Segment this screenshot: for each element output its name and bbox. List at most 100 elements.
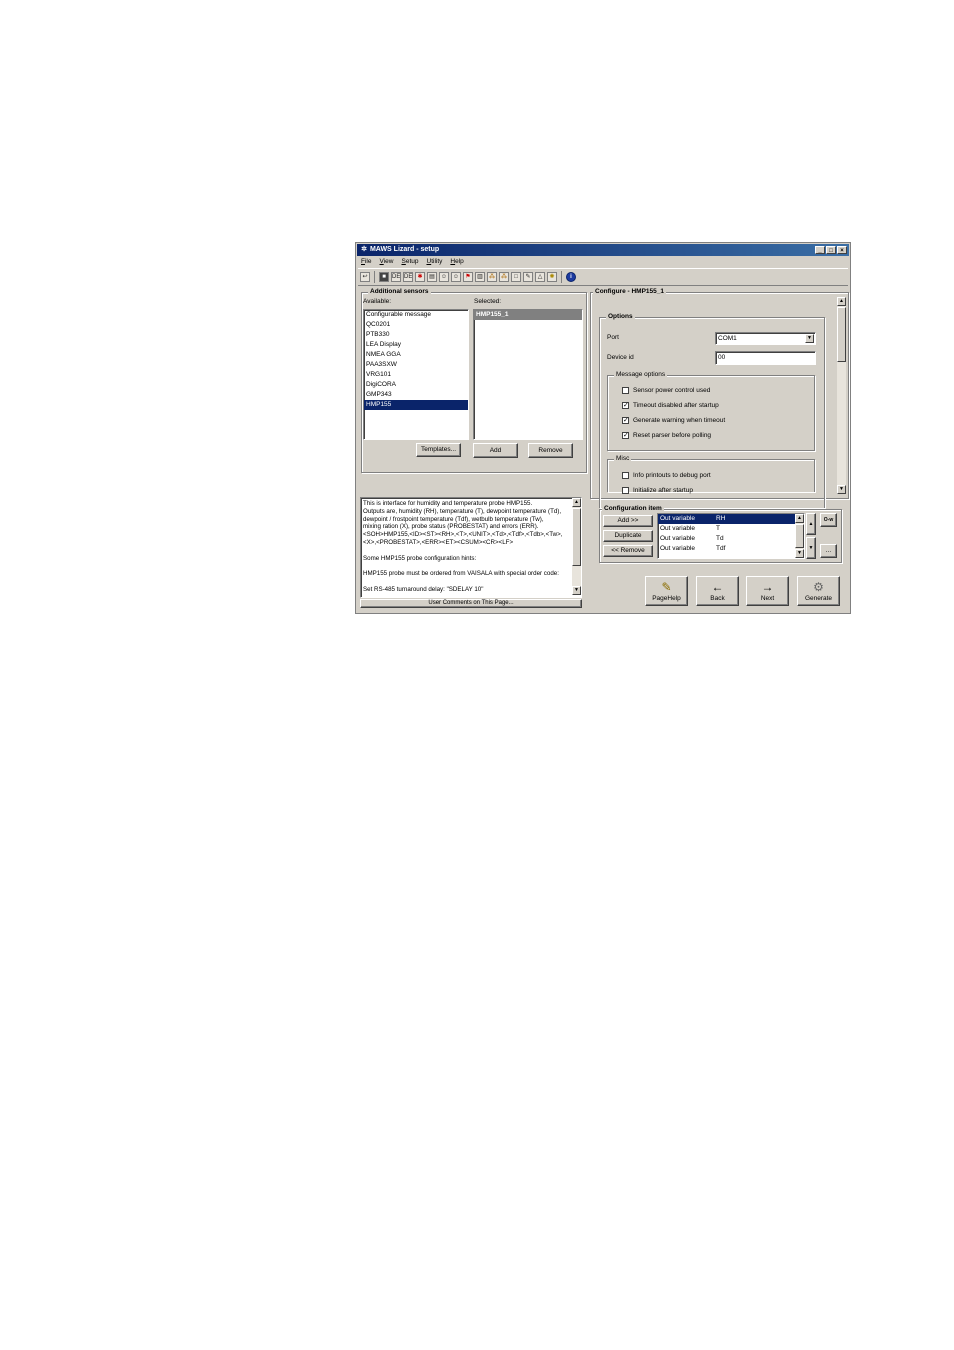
tower-icon[interactable]: ▥	[475, 272, 485, 282]
description-line: <X>,<PROBESTAT>,<ERR><ET><CSUM><CR><LF>	[363, 538, 514, 546]
available-label: Available:	[363, 298, 392, 305]
table-row[interactable]: Out variable RH	[658, 514, 804, 524]
checkbox-label: Initialize after startup	[633, 487, 693, 494]
table-row[interactable]: Out variable Td	[658, 534, 804, 544]
table-row[interactable]: Out variable T	[658, 524, 804, 534]
list-item[interactable]: VRG101	[364, 370, 468, 380]
scroll-thumb[interactable]	[837, 307, 846, 362]
description-scrollbar[interactable]: ▲ ▼	[572, 498, 581, 595]
check-icon[interactable]: ✓	[622, 432, 629, 439]
checkbox-box[interactable]	[622, 387, 629, 394]
title-bar[interactable]: ✲ MAWS Lizard - setup _ □ ×	[357, 244, 849, 256]
remove-sensor-button[interactable]: Remove	[528, 443, 573, 458]
menu-setup[interactable]: Setup	[401, 257, 418, 267]
chevron-down-icon[interactable]: ▼	[805, 334, 814, 343]
list-item[interactable]: NMEA GGA	[364, 350, 468, 360]
item-name: T	[716, 525, 720, 532]
dev-icon[interactable]: DEV	[391, 272, 401, 282]
runner-icon[interactable]: ☺	[439, 272, 449, 282]
scroll-up-icon[interactable]: ▲	[795, 514, 804, 523]
gear-icon[interactable]: ✺	[547, 272, 557, 282]
generate-button[interactable]: ⚙ Generate	[797, 576, 840, 606]
grid-icon[interactable]: ▤	[427, 272, 437, 282]
menu-bar: File View Setup Utility Help	[358, 257, 464, 267]
add-item-button[interactable]: Add >>	[603, 515, 653, 527]
add-sensor-button[interactable]: Add	[473, 443, 518, 458]
scroll-thumb[interactable]	[795, 524, 804, 548]
remove-item-button[interactable]: << Remove	[603, 545, 653, 557]
list-item[interactable]: PAA3SXW	[364, 360, 468, 370]
checkbox-box[interactable]	[622, 472, 629, 479]
sensor-power-checkbox[interactable]: Sensor power control used	[622, 387, 710, 394]
network-icon[interactable]: ⁂	[499, 272, 509, 282]
available-sensors-list[interactable]: Configurable message QC0201 PTB330 LEA D…	[363, 309, 469, 440]
back-arrow-icon[interactable]: ↩	[360, 272, 370, 282]
list-item[interactable]: LEA Display	[364, 340, 468, 350]
checkbox-label: Reset parser before polling	[633, 432, 712, 439]
key-icon[interactable]: O-w	[820, 513, 837, 527]
menu-file[interactable]: File	[361, 257, 372, 267]
stop-icon[interactable]: ■	[379, 272, 389, 282]
menu-view[interactable]: View	[380, 257, 394, 267]
runner-icon[interactable]: ☺	[451, 272, 461, 282]
selected-label: Selected:	[474, 298, 502, 305]
flag-icon[interactable]: ⚑	[463, 272, 473, 282]
scroll-up-icon[interactable]: ▲	[572, 498, 581, 507]
configure-scrollbar[interactable]: ▲ ▼	[837, 297, 846, 494]
pagehelp-button[interactable]: ✎ PageHelp	[645, 576, 688, 606]
next-button[interactable]: → Next	[746, 576, 789, 606]
scroll-down-icon[interactable]: ▼	[795, 549, 804, 558]
info-icon[interactable]: i	[566, 272, 576, 282]
list-item[interactable]: DigiCORA	[364, 380, 468, 390]
port-select[interactable]: COM1 ▼	[715, 332, 816, 345]
close-button[interactable]: ×	[837, 246, 847, 254]
generate-warning-checkbox[interactable]: ✓ Generate warning when timeout	[622, 417, 725, 424]
list-item[interactable]: PTB330	[364, 330, 468, 340]
device-id-field[interactable]: 00	[715, 351, 816, 365]
user-comments-button[interactable]: User Comments on This Page...	[360, 599, 582, 608]
scroll-up-icon[interactable]: ▲	[837, 297, 846, 306]
checkbox-label: Info printouts to debug port	[633, 472, 711, 479]
list-item-selected[interactable]: HMP155	[364, 400, 468, 410]
description-line	[363, 578, 571, 586]
menu-help[interactable]: Help	[450, 257, 463, 267]
list-item-selected[interactable]: HMP155_1	[474, 310, 582, 320]
checkbox-box[interactable]	[622, 487, 629, 494]
item-list-scrollbar[interactable]: ▲ ▼	[795, 514, 804, 558]
list-item[interactable]: GMP343	[364, 390, 468, 400]
check-icon[interactable]: ✓	[622, 417, 629, 424]
bell-icon[interactable]: △	[535, 272, 545, 282]
list-item[interactable]: QC0201	[364, 320, 468, 330]
back-button[interactable]: ← Back	[696, 576, 739, 606]
timeout-disabled-checkbox[interactable]: ✓ Timeout disabled after startup	[622, 402, 719, 409]
scroll-down-icon[interactable]: ▼	[837, 485, 846, 494]
scroll-down-icon[interactable]: ▼	[572, 586, 581, 595]
templates-button[interactable]: Templates...	[416, 443, 461, 457]
more-options-button[interactable]: ...	[820, 544, 837, 558]
dev-icon[interactable]: DEV	[403, 272, 413, 282]
scroll-thumb[interactable]	[572, 508, 581, 566]
move-up-button[interactable]: ▲	[806, 513, 816, 535]
menu-utility[interactable]: Utility	[426, 257, 442, 267]
device-id-label: Device id	[607, 354, 634, 361]
reset-parser-checkbox[interactable]: ✓ Reset parser before polling	[622, 432, 711, 439]
duplicate-item-button[interactable]: Duplicate	[603, 530, 653, 542]
configuration-item-list[interactable]: Out variable RH Out variable T Out varia…	[657, 513, 805, 559]
info-printouts-checkbox[interactable]: Info printouts to debug port	[622, 472, 711, 479]
description-line: Set RS-485 turnaround delay: "SDELAY 10"	[363, 585, 484, 593]
toolbar-separator	[374, 271, 375, 283]
move-down-button[interactable]: ▼	[806, 537, 816, 559]
sensor-description-text[interactable]: This is interface for humidity and tempe…	[360, 497, 582, 598]
network-icon[interactable]: ⁂	[487, 272, 497, 282]
sensor-icon[interactable]: ✱	[415, 272, 425, 282]
selected-sensors-list[interactable]: HMP155_1	[473, 309, 583, 440]
item-name: RH	[716, 515, 726, 522]
minimize-button[interactable]: _	[815, 246, 825, 254]
list-item[interactable]: Configurable message	[364, 310, 468, 320]
maximize-button[interactable]: □	[826, 246, 836, 254]
table-row[interactable]: Out variable Tdf	[658, 544, 804, 554]
initialize-startup-checkbox[interactable]: Initialize after startup	[622, 487, 693, 494]
check-icon[interactable]: ✓	[622, 402, 629, 409]
document-icon[interactable]: □	[511, 272, 521, 282]
wrench-icon[interactable]: ✎	[523, 272, 533, 282]
